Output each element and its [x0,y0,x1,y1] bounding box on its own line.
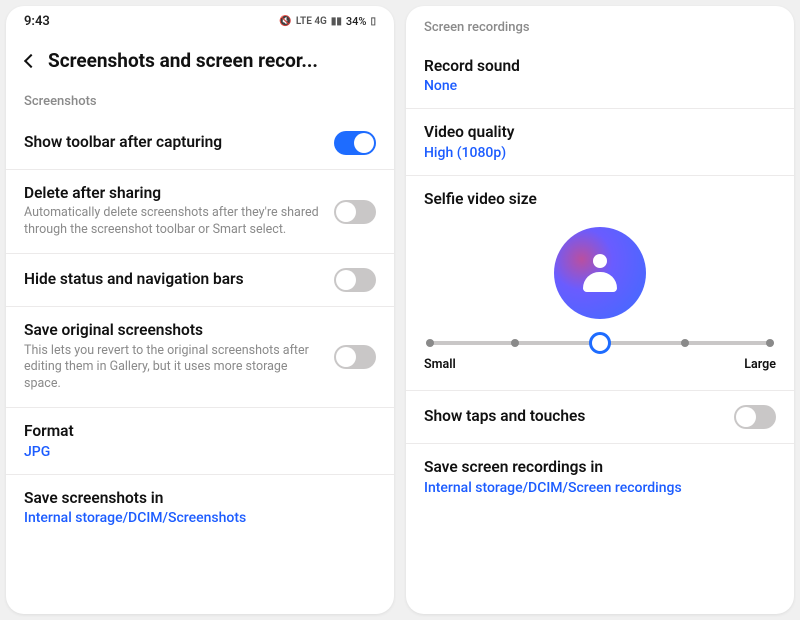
setting-value: High (1080p) [424,145,776,161]
status-indicators: 🔇 LTE 4G ▮▮ 34% ▯ [279,15,376,28]
person-icon [583,254,617,292]
setting-title: Show taps and touches [424,407,720,426]
setting-value: JPG [24,444,376,460]
setting-show-taps[interactable]: Show taps and touches [406,391,794,444]
section-screen-recordings: Screen recordings [406,6,794,43]
setting-title: Format [24,422,376,441]
setting-value: None [424,78,776,94]
status-time: 9:43 [24,14,50,29]
slider-tick [511,339,519,347]
setting-title: Save original screenshots [24,321,320,340]
setting-format[interactable]: Format JPG [6,408,394,474]
status-bar: 9:43 🔇 LTE 4G ▮▮ 34% ▯ [6,6,394,33]
slider-max-label: Large [744,357,776,372]
setting-video-quality[interactable]: Video quality High (1080p) [406,109,794,175]
back-icon[interactable] [24,53,38,67]
slider-tick [681,339,689,347]
selfie-preview-circle [554,227,646,319]
page-header: Screenshots and screen recor... [6,33,394,90]
battery-percent: 34% [346,15,367,28]
page-title: Screenshots and screen recor... [48,49,318,72]
setting-description: Automatically delete screenshots after t… [24,205,320,239]
mute-icon: 🔇 [279,16,291,27]
setting-value: Internal storage/DCIM/Screenshots [24,510,376,526]
setting-selfie-video-size: Selfie video size Small Large [406,176,794,391]
toggle-delete-after-sharing[interactable] [334,200,376,224]
network-icon: LTE 4G [296,16,327,27]
screen-recordings-panel: Screen recordings Record sound None Vide… [406,6,794,614]
setting-save-recordings-in[interactable]: Save screen recordings in Internal stora… [406,444,794,509]
recordings-list: Record sound None Video quality High (10… [406,43,794,614]
setting-title: Video quality [424,123,776,142]
setting-title: Hide status and navigation bars [24,270,320,289]
setting-title: Save screenshots in [24,489,376,508]
setting-title: Delete after sharing [24,184,320,203]
section-screenshots: Screenshots [6,90,394,117]
slider-tick [766,339,774,347]
setting-description: This lets you revert to the original scr… [24,343,320,394]
screenshots-settings-panel: 9:43 🔇 LTE 4G ▮▮ 34% ▯ Screenshots and s… [6,6,394,614]
settings-list: Show toolbar after capturing Delete afte… [6,117,394,614]
setting-save-screenshots-in[interactable]: Save screenshots in Internal storage/DCI… [6,475,394,540]
setting-show-toolbar[interactable]: Show toolbar after capturing [6,117,394,170]
setting-delete-after-sharing[interactable]: Delete after sharing Automatically delet… [6,170,394,254]
setting-title: Save screen recordings in [424,458,776,477]
toggle-save-original[interactable] [334,345,376,369]
setting-title: Selfie video size [424,190,776,209]
setting-record-sound[interactable]: Record sound None [406,43,794,109]
setting-save-original[interactable]: Save original screenshots This lets you … [6,307,394,408]
toggle-show-taps[interactable] [734,405,776,429]
battery-icon: ▯ [370,16,376,27]
setting-hide-bars[interactable]: Hide status and navigation bars [6,254,394,307]
toggle-hide-bars[interactable] [334,268,376,292]
toggle-show-toolbar[interactable] [334,131,376,155]
setting-title: Record sound [424,57,776,76]
slider-min-label: Small [424,357,456,372]
slider-thumb[interactable] [589,332,611,354]
signal-icon: ▮▮ [331,16,342,27]
slider-tick [426,339,434,347]
selfie-size-slider[interactable] [426,341,774,345]
setting-title: Show toolbar after capturing [24,133,320,152]
setting-value: Internal storage/DCIM/Screen recordings [424,480,776,496]
